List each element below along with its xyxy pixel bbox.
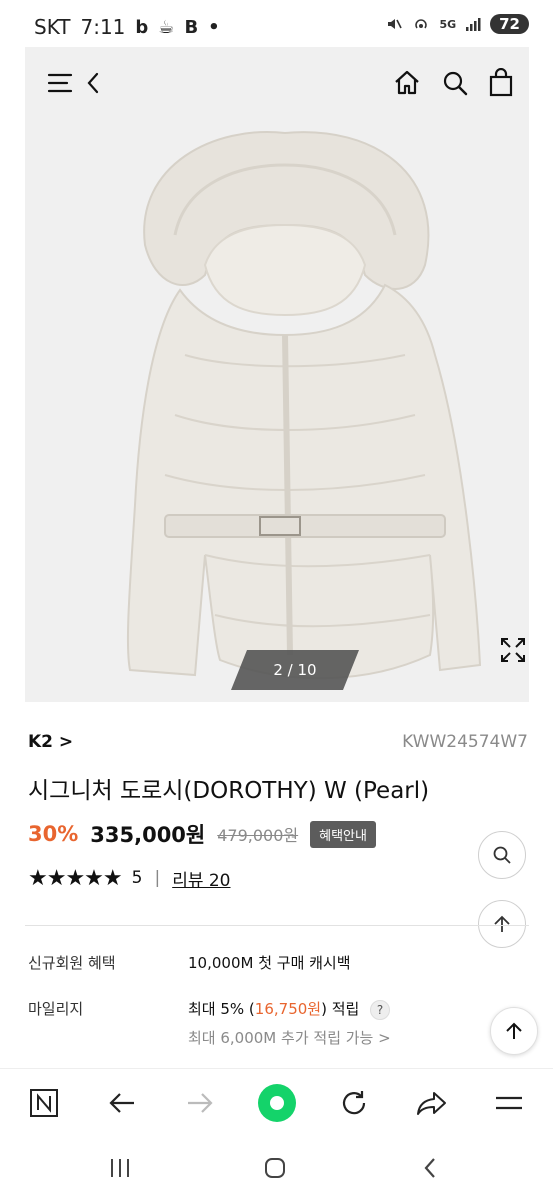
search-icon [493, 846, 511, 864]
browser-back-icon[interactable] [102, 1083, 142, 1123]
browser-menu-icon[interactable] [489, 1083, 529, 1123]
more-notifications-icon: • [208, 16, 220, 38]
browser-forward-icon[interactable] [180, 1083, 220, 1123]
notification-b-icon: b [135, 16, 149, 38]
floating-search-button[interactable] [478, 831, 526, 879]
arrow-up-icon [494, 915, 510, 932]
product-photo [126, 131, 482, 680]
naver-n-icon[interactable] [24, 1083, 64, 1123]
status-right: 5G 72 [385, 14, 529, 34]
status-left: SKT 7:11 b ☕ B • [34, 15, 220, 39]
browser-toolbar [0, 1068, 553, 1138]
expand-icon[interactable] [495, 632, 531, 668]
battery-indicator: 72 [490, 14, 529, 34]
mileage-amount: 16,750원 [254, 1000, 322, 1018]
home-button-icon[interactable] [255, 1150, 295, 1186]
help-icon[interactable]: ? [370, 999, 391, 1020]
original-price: 479,000원 [217, 826, 299, 845]
new-member-label: 신규회원 혜택 [28, 954, 116, 972]
home-icon[interactable] [389, 65, 425, 101]
image-counter-label: 2 / 10 [273, 661, 317, 679]
benefit-info-button[interactable]: 혜택안내 [310, 820, 376, 848]
separator: | [154, 868, 161, 888]
product-image-gallery[interactable]: 2 / 10 [25, 47, 529, 702]
top-toolbar [25, 47, 529, 119]
mileage-suffix: ) 적립 [321, 1000, 360, 1018]
scroll-top-button[interactable] [478, 900, 526, 948]
refresh-icon[interactable] [334, 1083, 374, 1123]
price-row: 30% 335,000원 479,000원 혜택안내 [28, 817, 376, 851]
brand-row: K2 > KWW24574W7 [28, 732, 528, 756]
sale-price: 335,000원 [90, 823, 206, 847]
naver-green-button[interactable] [257, 1083, 297, 1123]
product-code: KWW24574W7 [402, 732, 528, 752]
rating-row: ★★★★★ 5 | 리뷰 20 [28, 865, 231, 891]
mileage-extra-link[interactable]: 최대 6,000M 추가 적립 가능 > [188, 1027, 391, 1048]
discount-rate: 30% [28, 822, 79, 846]
mute-icon [388, 19, 403, 29]
mileage-label: 마일리지 [28, 1000, 84, 1018]
mileage-value: 최대 5% (16,750원) 적립 ? [188, 998, 391, 1020]
system-back-icon[interactable] [410, 1150, 450, 1186]
share-icon[interactable] [412, 1083, 452, 1123]
menu-icon[interactable] [43, 65, 79, 101]
arrow-up-icon [506, 1022, 522, 1039]
notification-B-icon: B [184, 16, 199, 38]
search-icon[interactable] [437, 65, 473, 101]
hotspot-icon [415, 19, 428, 29]
rating-value: 5 [131, 868, 143, 888]
recent-apps-icon[interactable] [100, 1150, 140, 1186]
brand-link[interactable]: K2 > [28, 732, 73, 752]
browser-scroll-top-button[interactable] [490, 1007, 538, 1055]
coffee-icon: ☕ [158, 16, 175, 38]
review-link[interactable]: 리뷰 20 [172, 866, 230, 891]
new-member-value: 10,000M 첫 구매 캐시백 [188, 954, 351, 972]
clock: 7:11 [80, 15, 126, 39]
system-navigation-bar [0, 1138, 553, 1200]
network-5g-icon: 5G [439, 17, 457, 31]
back-icon[interactable] [75, 65, 111, 101]
mileage-prefix: 최대 5% ( [188, 1000, 255, 1018]
status-bar: SKT 7:11 b ☕ B • 5G 72 [0, 0, 553, 52]
divider [25, 925, 529, 926]
carrier-label: SKT [34, 15, 71, 39]
shopping-bag-icon[interactable] [483, 65, 519, 101]
product-title: 시그니처 도로시(DOROTHY) W (Pearl) [28, 778, 430, 804]
signal-icon [466, 18, 481, 31]
star-rating: ★★★★★ [28, 865, 123, 891]
